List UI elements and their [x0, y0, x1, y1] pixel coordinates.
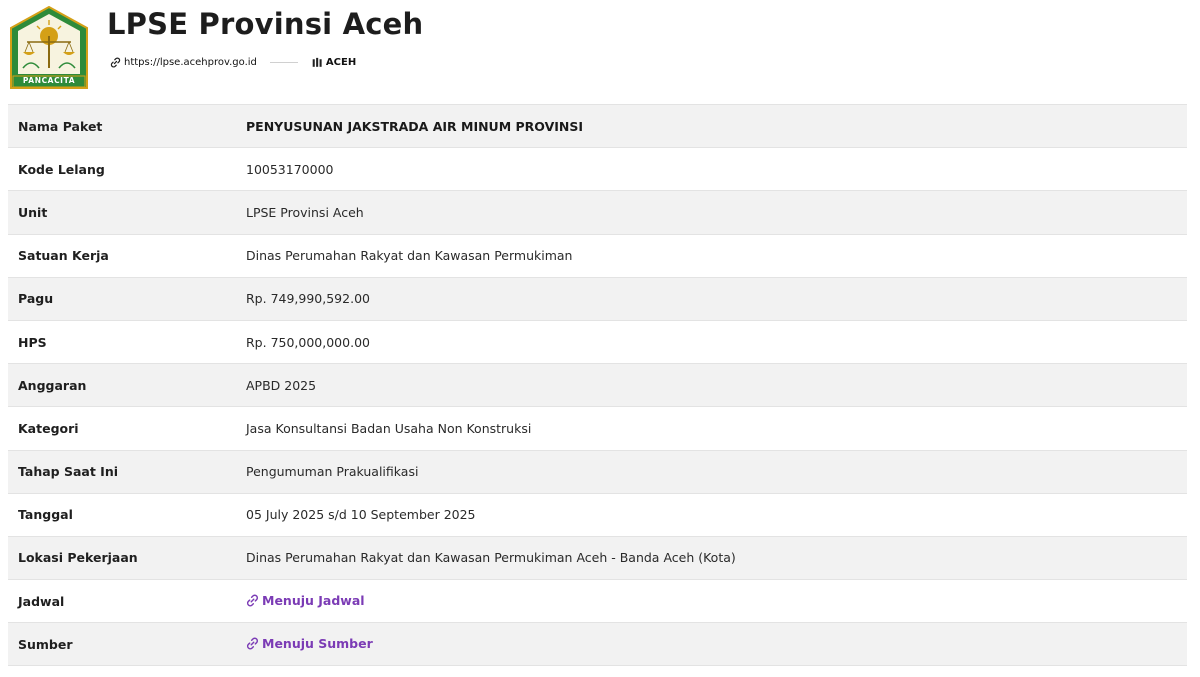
header-meta: https://lpse.acehprov.go.id ACEH [110, 54, 356, 70]
table-row: Tahap Saat Ini Pengumuman Prakualifikasi [8, 450, 1187, 494]
row-label: Anggaran [18, 377, 87, 393]
row-label: Satuan Kerja [18, 248, 109, 264]
row-value: LPSE Provinsi Aceh [246, 204, 364, 220]
sumber-link-text: Menuju Sumber [262, 635, 373, 651]
logo-caption: PANCACITA [22, 76, 76, 85]
row-label: Nama Paket [18, 118, 103, 134]
table-row: Jadwal Menuju Jadwal [8, 579, 1187, 623]
building-icon [312, 57, 323, 67]
jadwal-link-text: Menuju Jadwal [262, 592, 365, 608]
row-label: Sumber [18, 636, 73, 652]
table-row: Kategori Jasa Konsultansi Badan Usaha No… [8, 406, 1187, 450]
row-label: Tanggal [18, 507, 73, 523]
link-icon [246, 594, 259, 607]
table-row: Pagu Rp. 749,990,592.00 [8, 277, 1187, 321]
table-row: Nama Paket PENYUSUNAN JAKSTRADA AIR MINU… [8, 104, 1187, 148]
table-row: Sumber Menuju Sumber [8, 622, 1187, 666]
site-url-text: https://lpse.acehprov.go.id [124, 56, 257, 68]
region-text: ACEH [325, 56, 357, 68]
region-badge: ACEH [312, 57, 356, 68]
row-label: Tahap Saat Ini [18, 464, 119, 480]
row-label: Kode Lelang [18, 161, 105, 177]
row-label: HPS [18, 334, 47, 350]
table-row: Anggaran APBD 2025 [8, 363, 1187, 407]
tender-detail-table: Nama Paket PENYUSUNAN JAKSTRADA AIR MINU… [8, 104, 1187, 666]
row-label: Unit [18, 204, 48, 220]
row-value: Menuju Sumber [246, 623, 1187, 666]
table-row: Satuan Kerja Dinas Perumahan Rakyat dan … [8, 234, 1187, 278]
row-value: PENYUSUNAN JAKSTRADA AIR MINUM PROVINSI [246, 118, 584, 134]
row-label: Jadwal [18, 593, 65, 609]
site-url-link[interactable]: https://lpse.acehprov.go.id [110, 57, 257, 68]
sumber-link[interactable]: Menuju Sumber [246, 636, 373, 651]
table-row: HPS Rp. 750,000,000.00 [8, 320, 1187, 364]
row-value: Rp. 750,000,000.00 [246, 334, 370, 350]
page-header: PANCACITA LPSE Provinsi Aceh https://lps… [0, 0, 1200, 104]
row-value: APBD 2025 [246, 377, 317, 393]
row-value: Rp. 749,990,592.00 [246, 291, 370, 307]
header-divider [269, 61, 298, 63]
row-value: 05 July 2025 s/d 10 September 2025 [246, 507, 476, 523]
link-icon [246, 637, 259, 650]
table-row: Lokasi Pekerjaan Dinas Perumahan Rakyat … [8, 536, 1187, 580]
row-value: Jasa Konsultansi Badan Usaha Non Konstru… [246, 420, 532, 436]
table-row: Kode Lelang 10053170000 [8, 147, 1187, 191]
page-title: LPSE Provinsi Aceh [107, 7, 424, 41]
row-label: Kategori [18, 420, 79, 436]
jadwal-link[interactable]: Menuju Jadwal [246, 593, 365, 608]
link-icon [110, 57, 121, 68]
table-row: Tanggal 05 July 2025 s/d 10 September 20… [8, 493, 1187, 537]
row-value: Pengumuman Prakualifikasi [246, 464, 419, 480]
row-value: Menuju Jadwal [246, 580, 1187, 623]
row-value: Dinas Perumahan Rakyat dan Kawasan Permu… [246, 550, 736, 566]
table-row: Unit LPSE Provinsi Aceh [8, 190, 1187, 235]
row-label: Pagu [18, 291, 54, 307]
row-value: Dinas Perumahan Rakyat dan Kawasan Permu… [246, 248, 573, 264]
row-value: 10053170000 [246, 161, 334, 177]
row-label: Lokasi Pekerjaan [18, 550, 138, 566]
